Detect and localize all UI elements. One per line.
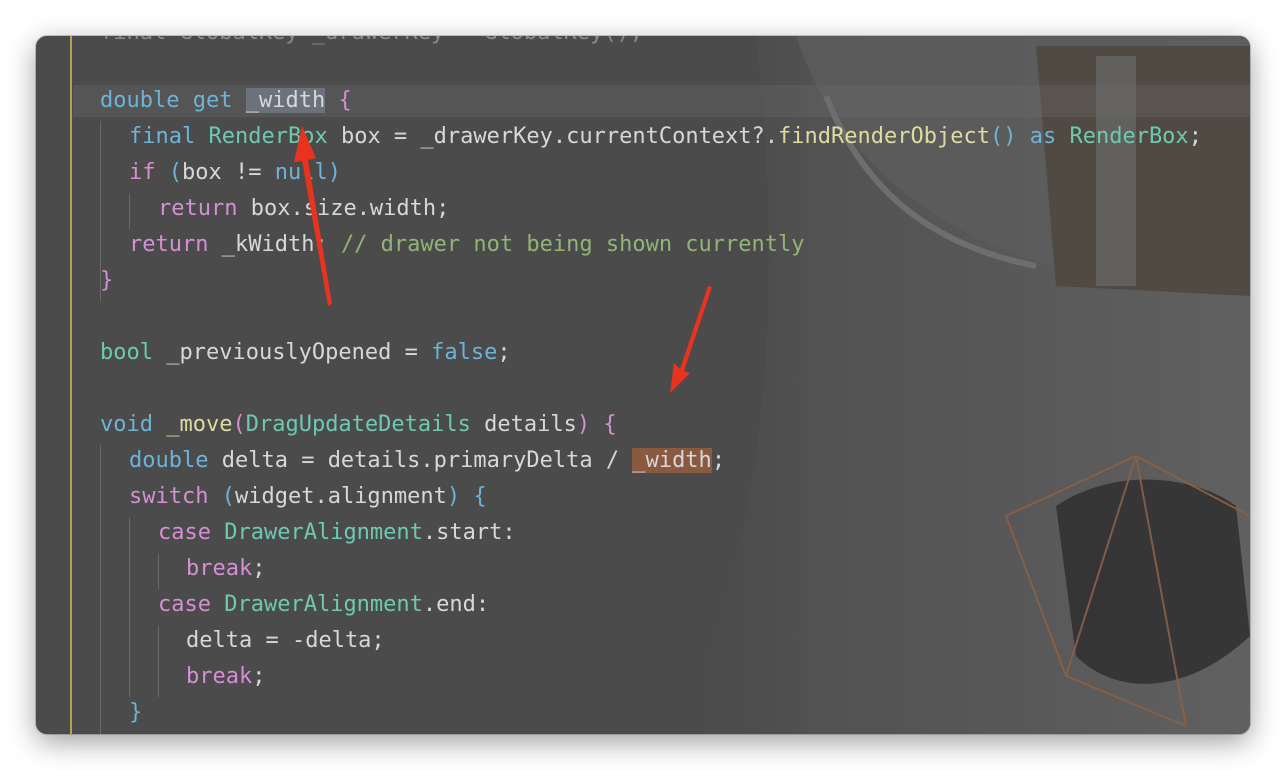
code-token: { [338, 88, 352, 113]
code-token: double [129, 448, 209, 473]
code-token: delta = details.primaryDelta / [208, 448, 633, 473]
code-token: ) [446, 484, 461, 509]
code-line-14[interactable]: switch (widget.alignment) { [129, 479, 487, 515]
code-token: ( [221, 484, 235, 509]
code-token: ; [252, 664, 266, 689]
code-line-15[interactable]: case DrawerAlignment.start: [158, 515, 516, 551]
code-line-3[interactable]: double get _width { [100, 83, 352, 119]
code-token: double [100, 88, 180, 113]
annotation-arrow-icon [670, 286, 712, 393]
indent-guide [129, 517, 130, 697]
code-line-16[interactable]: break; [186, 551, 265, 587]
code-token: switch [129, 484, 209, 509]
indent-guide [129, 193, 130, 229]
code-token: delta = -delta; [186, 628, 385, 653]
code-token: // drawer not being shown currently [340, 232, 805, 257]
code-line-18[interactable]: delta = -delta; [186, 623, 385, 659]
code-token: _width [245, 88, 326, 113]
code-line-1[interactable]: final GlobalKey _drawerKey = GlobalKey()… [100, 36, 643, 51]
code-token: DragUpdateDetails [245, 412, 471, 437]
code-token: } [100, 268, 114, 293]
code-token: bool [100, 340, 153, 365]
indent-guide [158, 553, 159, 589]
code-token: { [603, 412, 617, 437]
code-token: as [1029, 124, 1057, 149]
code-token: ; [1188, 124, 1202, 149]
code-line-8[interactable]: } [100, 263, 113, 299]
code-token: final GlobalKey _drawerKey = GlobalKey()… [100, 36, 643, 45]
code-editor[interactable]: final GlobalKey _drawerKey = GlobalKey()… [36, 36, 1250, 734]
code-token: false [431, 340, 498, 365]
code-token: DrawerAlignment [224, 592, 423, 617]
code-token: ( [168, 160, 182, 185]
code-token: DrawerAlignment [224, 520, 423, 545]
annotation-arrow-icon [294, 126, 332, 306]
indent-guide [158, 625, 159, 697]
code-line-19[interactable]: break; [186, 659, 265, 695]
code-line-17[interactable]: case DrawerAlignment.end: [158, 587, 489, 623]
editor-window: final GlobalKey _drawerKey = GlobalKey()… [36, 36, 1250, 734]
code-line-12[interactable]: void _move(DragUpdateDetails details) { [100, 407, 617, 443]
code-token: .start: [422, 520, 516, 545]
code-line-10[interactable]: bool _previouslyOpened = false; [100, 335, 511, 371]
code-token: case [158, 592, 211, 617]
code-token: { [473, 484, 487, 509]
code-line-7[interactable]: return _kWidth; // drawer not being show… [129, 227, 805, 263]
code-token: return [129, 232, 209, 257]
code-token: RenderBox [1069, 124, 1189, 149]
code-token: ( [232, 412, 246, 437]
code-token: } [129, 700, 143, 725]
code-token: _width [632, 448, 712, 473]
indent-guide [100, 445, 101, 734]
code-token: return [158, 196, 238, 221]
code-token: ) [576, 412, 591, 437]
code-token: void [100, 412, 153, 437]
code-token: widget.alignment [234, 484, 447, 509]
code-token: _previouslyOpened = [152, 340, 432, 365]
code-token: ; [711, 448, 726, 473]
code-token: details [470, 412, 577, 437]
code-token: ; [252, 556, 266, 581]
code-token: _move [166, 412, 233, 437]
code-token: box = _drawerKey.currentContext?. [327, 124, 779, 149]
code-token: case [158, 520, 211, 545]
code-token: final [129, 124, 196, 149]
code-token: box != [182, 160, 275, 185]
code-token: .end: [422, 592, 490, 617]
code-token: if [129, 160, 156, 185]
code-token: get [192, 88, 233, 113]
code-token: break [186, 664, 253, 689]
code-line-20[interactable]: } [129, 695, 142, 731]
code-line-13[interactable]: double delta = details.primaryDelta / _w… [129, 443, 725, 479]
code-token: findRenderObject [778, 124, 990, 149]
code-token: break [186, 556, 253, 581]
code-token: () [989, 124, 1017, 149]
code-token: ; [497, 340, 511, 365]
